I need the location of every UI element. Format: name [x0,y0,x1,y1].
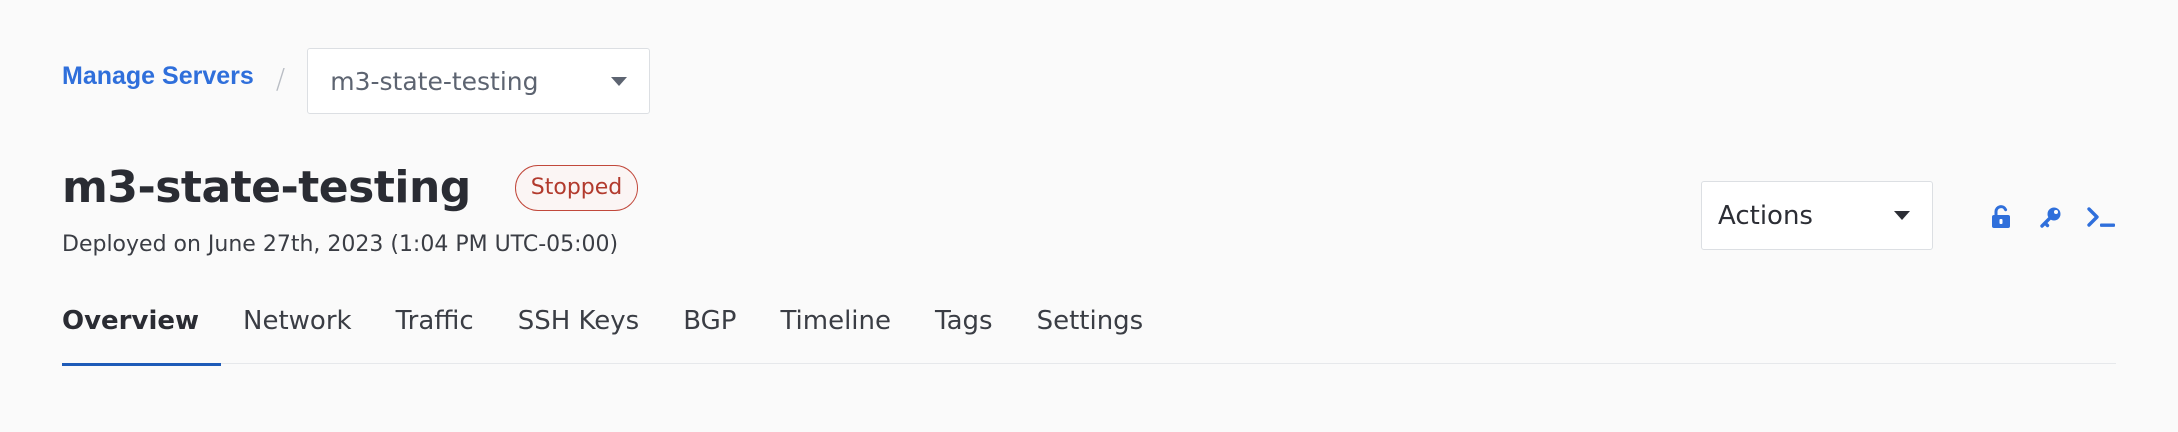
tab-network[interactable]: Network [243,298,352,364]
deployed-date: Deployed on June 27th, 2023 (1:04 PM UTC… [62,232,619,257]
tab-tags[interactable]: Tags [935,298,993,364]
page-title: m3-state-testing [62,162,471,213]
tab-bar: Overview Network Traffic SSH Keys BGP Ti… [62,298,2116,366]
tab-settings[interactable]: Settings [1037,298,1144,364]
terminal-icon[interactable] [2086,201,2118,233]
actions-select-label: Actions [1718,200,1813,231]
actions-select[interactable]: Actions [1701,181,1933,250]
chevron-down-icon [611,76,628,86]
manage-servers-link[interactable]: Manage Servers [62,62,254,91]
tab-overview[interactable]: Overview [62,298,222,366]
unlock-icon[interactable] [1985,201,2017,233]
tab-traffic[interactable]: Traffic [396,298,474,364]
header: m3-state-testing Stopped [62,162,639,213]
page: Manage Servers / m3-state-testing m3-sta… [0,0,2178,432]
key-icon[interactable] [2035,201,2067,233]
server-select[interactable]: m3-state-testing [307,48,651,114]
server-select-value: m3-state-testing [330,66,539,96]
breadcrumb-separator: / [275,61,286,95]
status-badge: Stopped [514,164,639,211]
tab-ssh-keys[interactable]: SSH Keys [518,298,640,364]
tab-timeline[interactable]: Timeline [780,298,891,364]
tab-bgp[interactable]: BGP [683,298,736,364]
chevron-down-icon [1894,211,1910,220]
breadcrumb: Manage Servers / m3-state-testing [62,48,651,114]
